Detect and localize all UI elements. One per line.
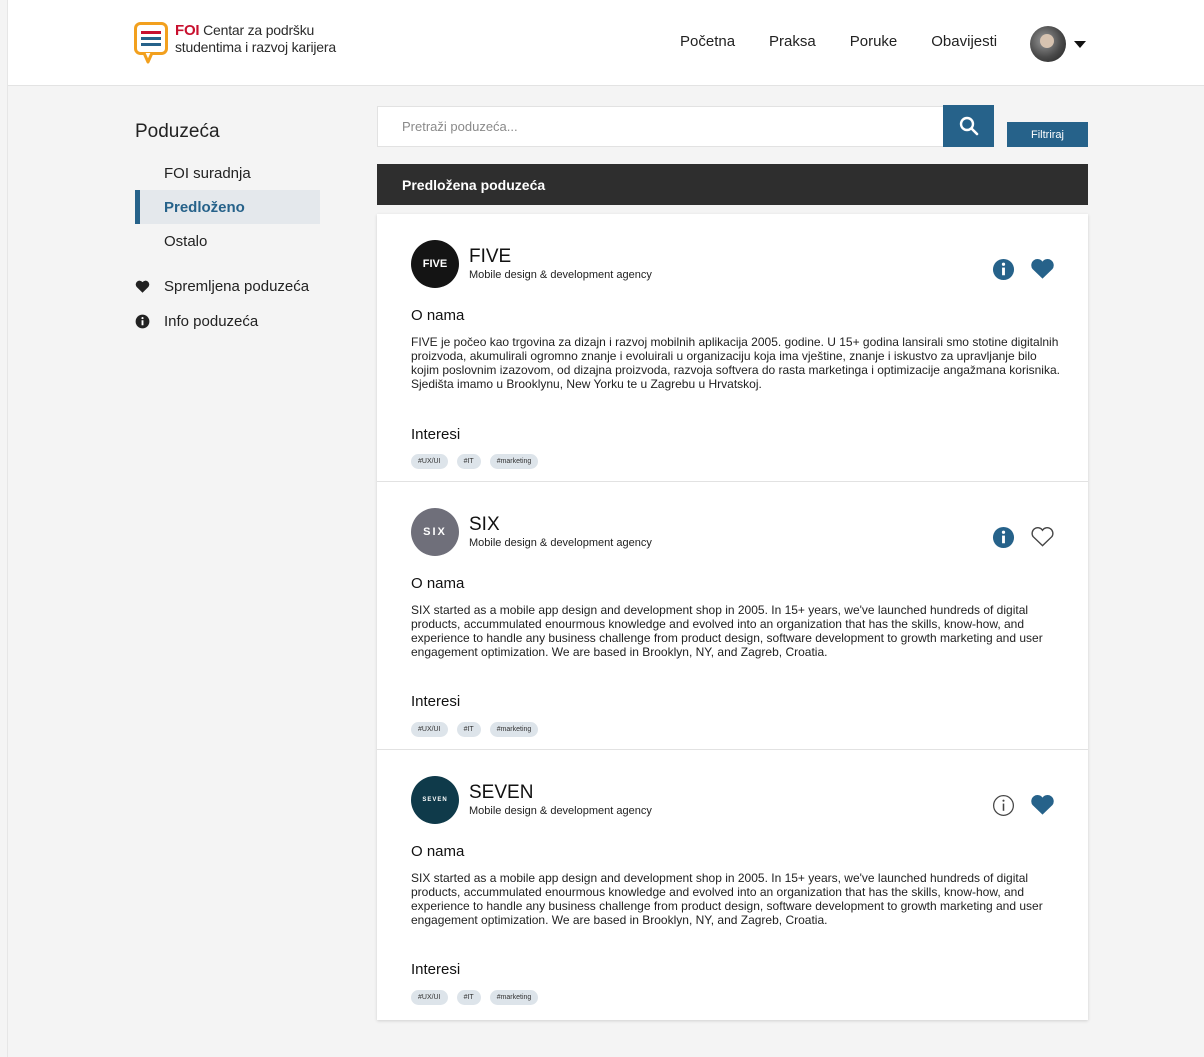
- sidebar-title: Poduzeća: [135, 121, 220, 142]
- about-text: FIVE je počeo kao trgovina za dizajn i r…: [411, 335, 1060, 391]
- user-menu[interactable]: [1030, 26, 1086, 62]
- tag[interactable]: #UX/UI: [411, 454, 448, 469]
- company-card-five: FIVE FIVE Mobile design & development ag…: [377, 214, 1088, 482]
- about-text: SIX started as a mobile app design and d…: [411, 603, 1043, 659]
- company-logo: FIVE: [411, 240, 459, 288]
- sidebar-saved-label: Spremljena poduzeća: [164, 278, 310, 295]
- company-card-six: SIX SIX Mobile design & development agen…: [377, 482, 1088, 750]
- app-frame: FOI Centar za podršku studentima i razvo…: [7, 0, 1204, 1057]
- chat-logo-icon: [134, 22, 168, 64]
- tag-list: #UX/UI #IT #marketing: [411, 454, 547, 469]
- sidebar-list: FOI suradnja Predloženo Ostalo: [135, 156, 320, 258]
- sidebar-link-saved[interactable]: Spremljena poduzeća: [135, 278, 309, 295]
- about-heading: O nama: [411, 843, 465, 860]
- company-name[interactable]: FIVE: [469, 246, 511, 268]
- company-subtitle: Mobile design & development agency: [469, 805, 652, 817]
- sidebar-item-predlozeno[interactable]: Predloženo: [135, 190, 320, 224]
- info-icon[interactable]: [992, 526, 1015, 549]
- tag[interactable]: #IT: [456, 990, 481, 1005]
- search-input[interactable]: Pretraži poduzeća...: [377, 106, 944, 147]
- foi-logo[interactable]: FOI Centar za podršku studentima i razvo…: [134, 22, 336, 66]
- avatar[interactable]: [1030, 26, 1066, 62]
- nav-poruke[interactable]: Poruke: [850, 33, 898, 50]
- info-icon: [135, 314, 150, 329]
- about-heading: O nama: [411, 307, 465, 324]
- main-nav: Početna Praksa Poruke Obavijesti: [680, 33, 997, 50]
- tag-list: #UX/UI #IT #marketing: [411, 722, 547, 737]
- sidebar-item-ostalo[interactable]: Ostalo: [135, 224, 320, 258]
- info-outline-icon[interactable]: [992, 794, 1015, 817]
- company-logo: SIX: [411, 508, 459, 556]
- tag[interactable]: #UX/UI: [411, 722, 448, 737]
- nav-obavijesti[interactable]: Obavijesti: [931, 33, 997, 50]
- favorite-heart-outline-icon[interactable]: [1030, 525, 1055, 548]
- about-heading: O nama: [411, 575, 465, 592]
- company-card-seven: SEVEN SEVEN Mobile design & development …: [377, 750, 1088, 1020]
- favorite-heart-icon[interactable]: [1030, 793, 1055, 816]
- filter-button[interactable]: Filtriraj: [1007, 122, 1088, 147]
- section-title: Predložena poduzeća: [377, 164, 1088, 205]
- info-icon[interactable]: [992, 258, 1015, 281]
- tag[interactable]: #marketing: [489, 990, 539, 1005]
- nav-praksa[interactable]: Praksa: [769, 33, 816, 50]
- company-subtitle: Mobile design & development agency: [469, 537, 652, 549]
- sidebar-info-label: Info poduzeća: [164, 313, 259, 330]
- logo-text: FOI Centar za podršku studentima i razvo…: [175, 22, 336, 55]
- nav-pocetna[interactable]: Početna: [680, 33, 735, 50]
- sidebar-link-info[interactable]: Info poduzeća: [135, 313, 258, 330]
- favorite-heart-icon[interactable]: [1030, 257, 1055, 280]
- company-name[interactable]: SIX: [469, 514, 500, 536]
- chevron-down-icon[interactable]: [1074, 40, 1086, 48]
- search-icon: [959, 116, 978, 136]
- logo-line1: Centar za podršku: [203, 22, 315, 38]
- company-list: FIVE FIVE Mobile design & development ag…: [377, 214, 1088, 1020]
- top-header: FOI Centar za podršku studentima i razvo…: [8, 0, 1204, 86]
- tag[interactable]: #marketing: [489, 454, 539, 469]
- company-logo: SEVEN: [411, 776, 459, 824]
- interests-heading: Interesi: [411, 961, 461, 978]
- tag[interactable]: #IT: [456, 454, 481, 469]
- company-subtitle: Mobile design & development agency: [469, 269, 652, 281]
- tag-list: #UX/UI #IT #marketing: [411, 990, 547, 1005]
- tag[interactable]: #UX/UI: [411, 990, 448, 1005]
- heart-icon: [135, 280, 150, 293]
- interests-heading: Interesi: [411, 693, 461, 710]
- tag[interactable]: #IT: [456, 722, 481, 737]
- about-text: SIX started as a mobile app design and d…: [411, 871, 1043, 927]
- search-button[interactable]: [943, 105, 994, 147]
- sidebar-item-foi-suradnja[interactable]: FOI suradnja: [135, 156, 320, 190]
- tag[interactable]: #marketing: [489, 722, 539, 737]
- logo-brand: FOI: [175, 22, 200, 39]
- interests-heading: Interesi: [411, 426, 461, 443]
- logo-line2: studentima i razvoj karijera: [175, 39, 336, 55]
- company-name[interactable]: SEVEN: [469, 782, 533, 804]
